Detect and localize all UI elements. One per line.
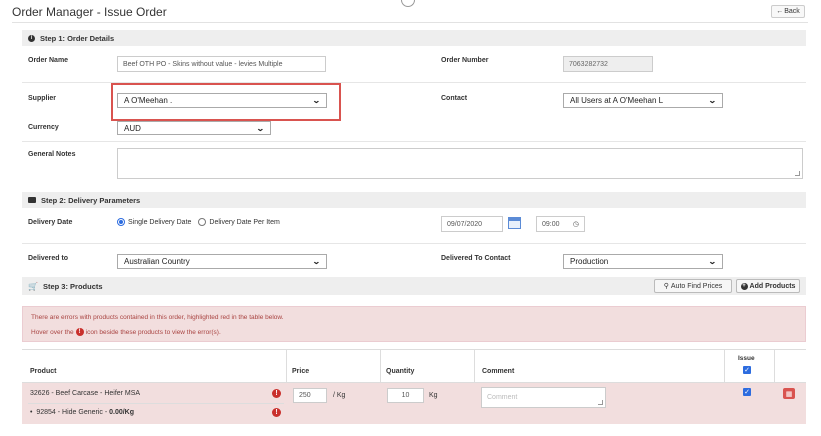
error-icon[interactable]: ! [272, 389, 281, 398]
delivery-time-value: 09:00 [542, 220, 560, 228]
price-input[interactable]: 250 [293, 388, 327, 403]
sub-product-line: • 92854 - Hide Generic - 0.00/Kg [30, 409, 135, 416]
alert-line-2: Hover over the ! icon beside these produ… [31, 328, 221, 336]
step3-title: Step 3: Products [42, 281, 103, 291]
auto-find-prices-button[interactable]: ⚲ Auto Find Prices [654, 279, 732, 293]
delete-row-button[interactable]: ▦ [783, 388, 795, 399]
delivery-date-label: Delivery Date [28, 219, 73, 226]
back-button[interactable]: ← Back [771, 5, 805, 18]
add-products-button[interactable]: + Add Products [736, 279, 800, 293]
column-divider [286, 350, 287, 384]
cart-icon: 🛒 [28, 281, 38, 291]
resize-grip-icon [598, 400, 603, 405]
currency-select[interactable]: AUD ⌄ [117, 121, 271, 135]
chevron-down-icon: ⌄ [312, 257, 322, 266]
sub-product-name: 92854 - Hide Generic - [36, 409, 110, 416]
delivered-to-value: Australian Country [124, 257, 190, 266]
delivered-to-select[interactable]: Australian Country ⌄ [117, 254, 327, 269]
quantity-unit: Kg [429, 392, 438, 399]
delivery-date-input[interactable]: 09/07/2020 [441, 216, 503, 232]
column-divider [380, 350, 381, 384]
arrow-left-icon: ← [776, 8, 784, 15]
supplier-select[interactable]: A O'Meehan . ⌄ [117, 93, 327, 108]
resize-grip-icon [795, 171, 800, 176]
column-header-quantity: Quantity [386, 368, 415, 375]
step2-header: Step 2: Delivery Parameters [22, 192, 806, 208]
issue-checkbox[interactable]: ✓ [743, 388, 751, 396]
column-header-price: Price [292, 368, 310, 375]
step1-title: Step 1: Order Details [40, 33, 115, 43]
step1-header: i Step 1: Order Details [22, 30, 806, 46]
price-unit: / Kg [333, 392, 346, 399]
delivered-contact-value: Production [570, 257, 609, 266]
auto-find-prices-label: Auto Find Prices [670, 282, 723, 290]
error-icon[interactable]: ! [272, 408, 281, 417]
per-item-label: Delivery Date Per Item [209, 218, 280, 226]
row-separator [22, 243, 806, 244]
general-notes-textarea[interactable] [117, 148, 803, 179]
alert-line-1: There are errors with products contained… [31, 314, 284, 321]
column-divider [474, 350, 475, 384]
issue-all-checkbox[interactable]: ✓ [743, 366, 751, 374]
currency-label: Currency [28, 124, 59, 131]
column-header-issue: Issue [738, 355, 755, 362]
order-name-label: Order Name [28, 57, 69, 64]
chevron-down-icon: ⌄ [256, 123, 266, 133]
add-products-label: Add Products [749, 282, 796, 290]
error-alert: There are errors with products contained… [22, 306, 806, 342]
clock-icon: ◷ [572, 221, 579, 228]
delivered-contact-label: Delivered To Contact [441, 255, 511, 262]
product-name: 32626 - Beef Carcase - Heifer MSA [30, 390, 141, 397]
delivered-to-label: Delivered to [28, 255, 69, 262]
info-icon: i [28, 34, 35, 42]
trash-icon: ▦ [785, 390, 793, 398]
order-number-label: Order Number [441, 57, 489, 64]
chevron-down-icon: ⌄ [312, 96, 322, 105]
calendar-icon[interactable] [508, 217, 521, 229]
alert-line-2-start: Hover over the [31, 328, 74, 336]
page-title: Order Manager - Issue Order [12, 5, 167, 19]
currency-select-value: AUD [124, 123, 141, 133]
order-name-input[interactable]: Beef OTH PO - Skins without value - levi… [117, 56, 326, 72]
table-row: 32626 - Beef Carcase - Heifer MSA ! • 92… [22, 383, 806, 424]
contact-label: Contact [441, 95, 468, 102]
sub-product-price: 0.00/Kg [109, 409, 135, 416]
plus-circle-icon: + [740, 282, 748, 290]
step2-title: Step 2: Delivery Parameters [41, 195, 141, 205]
contact-select-value: All Users at A O'Meehan L [570, 96, 664, 105]
supplier-label: Supplier [28, 95, 57, 102]
delivered-contact-select[interactable]: Production ⌄ [563, 254, 723, 269]
single-delivery-radio[interactable] [117, 218, 125, 226]
row-separator [22, 141, 806, 142]
truck-icon [28, 197, 36, 203]
chevron-down-icon: ⌄ [708, 96, 718, 105]
back-button-label: Back [784, 8, 800, 15]
single-delivery-label: Single Delivery Date [128, 218, 192, 226]
products-table-header: Product Price Quantity Comment Issue ✓ [22, 349, 806, 384]
header-divider [12, 22, 808, 23]
delivery-time-input[interactable]: 09:00 ◷ [536, 216, 585, 232]
quantity-input[interactable]: 10 [387, 388, 424, 403]
column-header-comment: Comment [482, 368, 515, 375]
alert-line-2-end: icon beside these products to view the e… [85, 328, 221, 336]
column-divider [774, 350, 775, 384]
column-divider [724, 350, 725, 384]
sub-row-divider [28, 403, 284, 404]
order-number-field: 7063282732 [563, 56, 653, 72]
column-header-product: Product [30, 368, 57, 375]
comment-input[interactable]: Comment [481, 387, 606, 408]
contact-select[interactable]: All Users at A O'Meehan L ⌄ [563, 93, 723, 108]
delivery-date-options: Single Delivery Date Delivery Date Per I… [117, 218, 280, 226]
error-icon: ! [75, 328, 84, 336]
general-notes-label: General Notes [28, 151, 76, 158]
chevron-down-icon: ⌄ [708, 257, 718, 266]
loading-spinner-icon [401, 0, 415, 7]
supplier-select-value: A O'Meehan . [124, 96, 173, 105]
per-item-radio[interactable] [198, 218, 207, 226]
search-icon: ⚲ [663, 283, 669, 290]
